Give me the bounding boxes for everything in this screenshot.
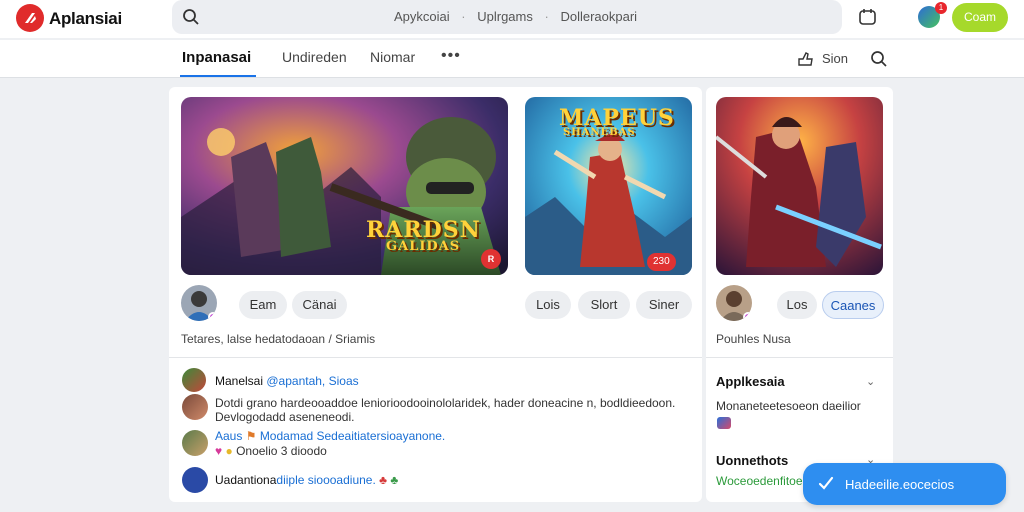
feed-item: Aaus ⚑ Modamad Sedeaitiatersioayanone.: [215, 429, 446, 443]
floating-action-label: Hadeeilie.eocecios: [845, 477, 955, 492]
tab-third[interactable]: Niomar: [370, 49, 415, 65]
feed-text: Onoelio 3 dioodo: [236, 444, 327, 458]
count-badge: 230: [647, 253, 676, 271]
search-icon[interactable]: [870, 50, 888, 68]
emoji-icon: ♣: [379, 473, 388, 487]
author-avatar[interactable]: [716, 285, 752, 321]
search-breadcrumb: Apykcoiai · Uplrgams · Dolleraokpari: [394, 9, 645, 24]
chevron-down-icon[interactable]: ⌄: [866, 375, 875, 388]
banner-subtitle: GALIDAS: [386, 239, 461, 254]
filter-pill[interactable]: Slort: [578, 291, 630, 319]
search-separator: ·: [544, 9, 549, 24]
floating-action-button[interactable]: Hadeeilie.eocecios: [803, 463, 1006, 505]
feed-item: ♥ ● Onoelio 3 dioodo: [215, 444, 327, 458]
search-icon: [183, 9, 199, 25]
post-stats: Tetares, lalse hedatodaoan / Sriamis: [181, 332, 376, 346]
side-card: Los Caanes Pouhles Nusa Applkesaia ⌄ Mon…: [706, 87, 893, 502]
active-tab-indicator: [180, 75, 256, 77]
divider: [169, 357, 702, 358]
filter-pill[interactable]: Caanes: [822, 291, 884, 319]
feed-prefix[interactable]: Aaus: [215, 429, 242, 443]
primary-action-button[interactable]: Coam: [952, 3, 1008, 32]
app-logo-icon[interactable]: [16, 4, 44, 32]
top-bar: Aplansiai Apykcoiai · Uplrgams · Dollera…: [0, 0, 1024, 38]
sparkle-icon: [818, 476, 834, 490]
search-bar[interactable]: Apykcoiai · Uplrgams · Dolleraokpari: [172, 0, 842, 34]
feed-text: Dotdi grano hardeooaddoe leniorioodooino…: [215, 396, 676, 410]
filter-pill[interactable]: Siner: [636, 291, 692, 319]
feed-highlight[interactable]: Modamad Sedeaitiatersioayanone.: [260, 429, 445, 443]
feed-avatar[interactable]: [182, 368, 206, 392]
main-feed-card: RARDSN GALIDAS R MAPEUS SHANEBAS 230 Eam…: [169, 87, 702, 502]
tab-bar: Inpanasai Undireden Niomar ••• Sion: [0, 40, 1024, 78]
reaction-icon[interactable]: ♥: [215, 444, 222, 458]
recording-badge: R: [481, 249, 501, 269]
feed-avatar[interactable]: [182, 467, 208, 493]
game-banner-primary[interactable]: RARDSN GALIDAS R: [181, 97, 508, 275]
game-banner-side[interactable]: [716, 97, 883, 275]
post-stats: Pouhles Nusa: [716, 332, 791, 346]
filter-pill[interactable]: Eam: [239, 291, 287, 319]
reaction-icon[interactable]: ●: [225, 444, 232, 458]
emoji-icon: ♣: [390, 473, 399, 487]
share-label[interactable]: Sion: [822, 51, 848, 66]
feed-item: Uadantionadiiple sioooadiune. ♣ ♣: [215, 473, 398, 487]
search-part[interactable]: Apykcoiai: [394, 9, 450, 24]
feed-author-handle[interactable]: @apantah, Sioas: [266, 374, 358, 388]
filter-pill[interactable]: Los: [777, 291, 817, 319]
notification-badge: 1: [935, 2, 947, 14]
calendar-icon[interactable]: [858, 8, 878, 26]
feed-author-name[interactable]: Uadantiona: [215, 473, 276, 487]
feed-highlight[interactable]: diiple sioooadiune.: [276, 473, 375, 487]
section-title[interactable]: Uonnethots: [716, 453, 788, 468]
banner-subtitle: SHANEBAS: [563, 127, 636, 138]
section-title[interactable]: Applkesaia: [716, 374, 785, 389]
share-icon[interactable]: [797, 51, 815, 67]
search-separator: ·: [461, 9, 466, 24]
feed-item: Manelsai @apantah, Sioas: [215, 374, 359, 388]
divider: [706, 357, 893, 358]
tab-primary[interactable]: Inpanasai: [182, 49, 251, 66]
feed-avatar[interactable]: [182, 430, 208, 456]
filter-pill[interactable]: Lois: [525, 291, 571, 319]
filter-pill[interactable]: Cänai: [292, 291, 347, 319]
feed-author-name[interactable]: Manelsai: [215, 374, 263, 388]
section-text: Monaneteetesoeon daeilior: [716, 399, 861, 413]
author-avatar[interactable]: [181, 285, 217, 321]
feed-avatar[interactable]: [182, 394, 208, 420]
game-banner-secondary[interactable]: MAPEUS SHANEBAS 230: [525, 97, 692, 275]
search-part[interactable]: Uplrgams: [477, 9, 533, 24]
game-artwork-image: [716, 97, 883, 275]
tab-second[interactable]: Undireden: [282, 49, 347, 65]
more-options-icon[interactable]: •••: [441, 47, 461, 65]
feed-text: Devlogodadd aseneneodi.: [215, 410, 355, 424]
app-icon[interactable]: [717, 417, 731, 429]
app-name: Aplansiai: [49, 9, 122, 28]
search-part[interactable]: Dolleraokpari: [560, 9, 637, 24]
